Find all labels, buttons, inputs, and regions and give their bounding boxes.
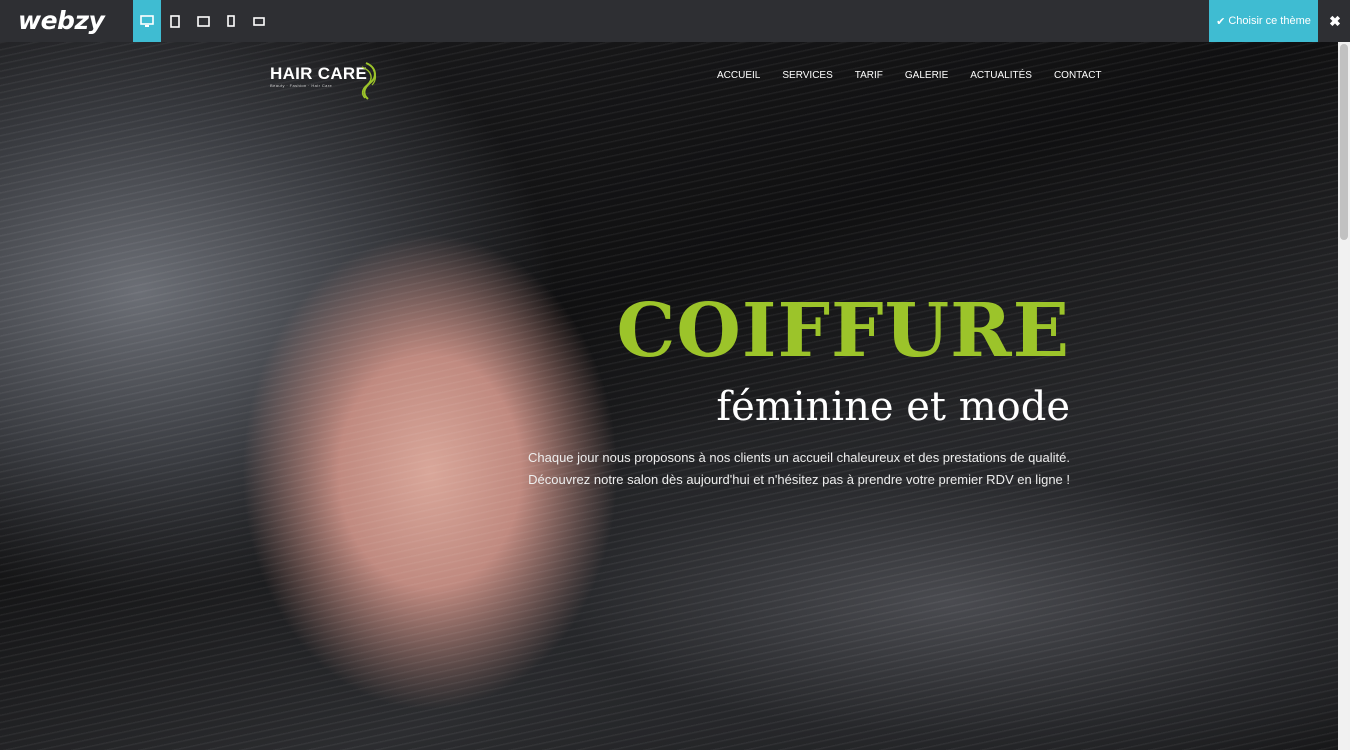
desktop-icon <box>140 14 154 27</box>
nav-item-accueil[interactable]: ACCUEIL <box>717 70 760 81</box>
device-switcher <box>133 0 273 42</box>
check-icon: ✔ <box>1216 15 1226 28</box>
phone-portrait-icon <box>227 15 235 27</box>
site-logo[interactable]: HAIR CARE Beauty · Fashion · Hair Care <box>270 62 377 100</box>
nav-item-actualites[interactable]: ACTUALITÉS <box>970 70 1032 81</box>
hero-description-line-2: Découvrez notre salon dès aujourd'hui et… <box>528 472 1070 487</box>
hero-subheadline: féminine et mode <box>716 384 1070 430</box>
phone-landscape-icon <box>253 16 265 26</box>
webzy-logo[interactable]: webzy <box>18 6 105 35</box>
hero-background-image <box>0 42 1338 750</box>
choose-theme-button[interactable]: ✔ Choisir ce thème <box>1209 0 1318 42</box>
nav-item-tarif[interactable]: TARIF <box>855 70 883 81</box>
nav-item-galerie[interactable]: GALERIE <box>905 70 948 81</box>
nav-item-contact[interactable]: CONTACT <box>1054 70 1102 81</box>
hero-headline: COIFFURE <box>616 288 1070 374</box>
desktop-view-button[interactable] <box>133 0 161 42</box>
hair-swirl-icon <box>361 62 377 100</box>
hero-section: HAIR CARE Beauty · Fashion · Hair Care A… <box>0 42 1338 750</box>
tablet-landscape-view-button[interactable] <box>189 0 217 42</box>
preview-scrollbar[interactable] <box>1338 42 1350 750</box>
hero-description-line-1: Chaque jour nous proposons à nos clients… <box>527 450 1070 465</box>
phone-landscape-view-button[interactable] <box>245 0 273 42</box>
hero-description: Chaque jour nous proposons à nos clients… <box>528 447 1070 491</box>
close-icon[interactable]: ✖ <box>1326 12 1344 30</box>
tablet-portrait-view-button[interactable] <box>161 0 189 42</box>
choose-theme-label: Choisir ce thème <box>1228 15 1311 27</box>
phone-portrait-view-button[interactable] <box>217 0 245 42</box>
builder-toolbar: webzy ✔ Choisir ce thème ✖ <box>0 0 1350 42</box>
tablet-landscape-icon <box>196 15 210 27</box>
nav-item-services[interactable]: SERVICES <box>782 70 832 81</box>
site-logo-text: HAIR CARE <box>270 64 368 83</box>
tablet-portrait-icon <box>170 14 180 28</box>
main-nav: ACCUEIL SERVICES TARIF GALERIE ACTUALITÉ… <box>717 70 1124 81</box>
scrollbar-thumb[interactable] <box>1340 44 1348 240</box>
